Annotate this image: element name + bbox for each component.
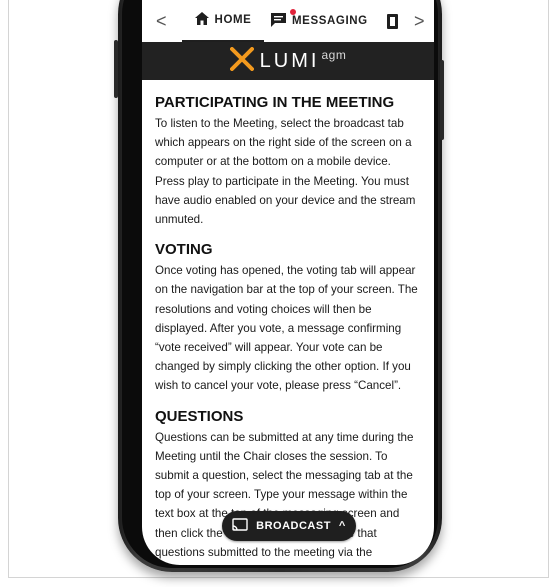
volume-button [114,40,118,98]
power-button [440,60,444,140]
chevron-up-icon: ^ [338,520,346,532]
cast-icon [232,518,248,534]
broadcast-button[interactable]: BROADCAST ^ [222,511,356,541]
brand-suffix: agm [321,48,347,62]
nav-next-arrow[interactable]: > [414,11,425,32]
section-body: Questions can be submitted at any time d… [155,430,414,559]
section-body: Once voting has opened, the voting tab w… [155,264,418,393]
section-body: To listen to the Meeting, select the bro… [155,117,416,227]
section-heading: VOTING [155,241,213,259]
section-heading: QUESTIONS [155,407,244,425]
tab-messaging-label: MESSAGING [292,15,368,27]
nav-prev-arrow[interactable]: < [156,11,167,32]
lumi-logo-icon [229,46,254,76]
broadcast-label: BROADCAST [256,520,331,532]
navigation-bar: < HOME MESSAGING > [142,0,434,43]
app-header: LUMI agm [142,42,434,80]
home-icon [194,12,209,28]
notification-badge [290,9,296,15]
phone-screen: < HOME MESSAGING > LUMI agm PARTICIPATIN… [142,0,434,565]
tab-home-label: HOME [214,14,252,26]
section-voting: VOTING Once voting has opened, the votin… [155,241,421,395]
tab-home[interactable]: HOME [182,0,264,42]
document-icon[interactable] [387,14,398,34]
tab-messaging[interactable]: MESSAGING [271,0,371,42]
brand-name: LUMI [259,49,320,72]
info-content: PARTICIPATING IN THE MEETING To listen t… [142,88,434,565]
section-participating: PARTICIPATING IN THE MEETING To listen t… [155,94,421,229]
message-icon [271,12,286,30]
section-heading: PARTICIPATING IN THE MEETING [155,94,395,111]
